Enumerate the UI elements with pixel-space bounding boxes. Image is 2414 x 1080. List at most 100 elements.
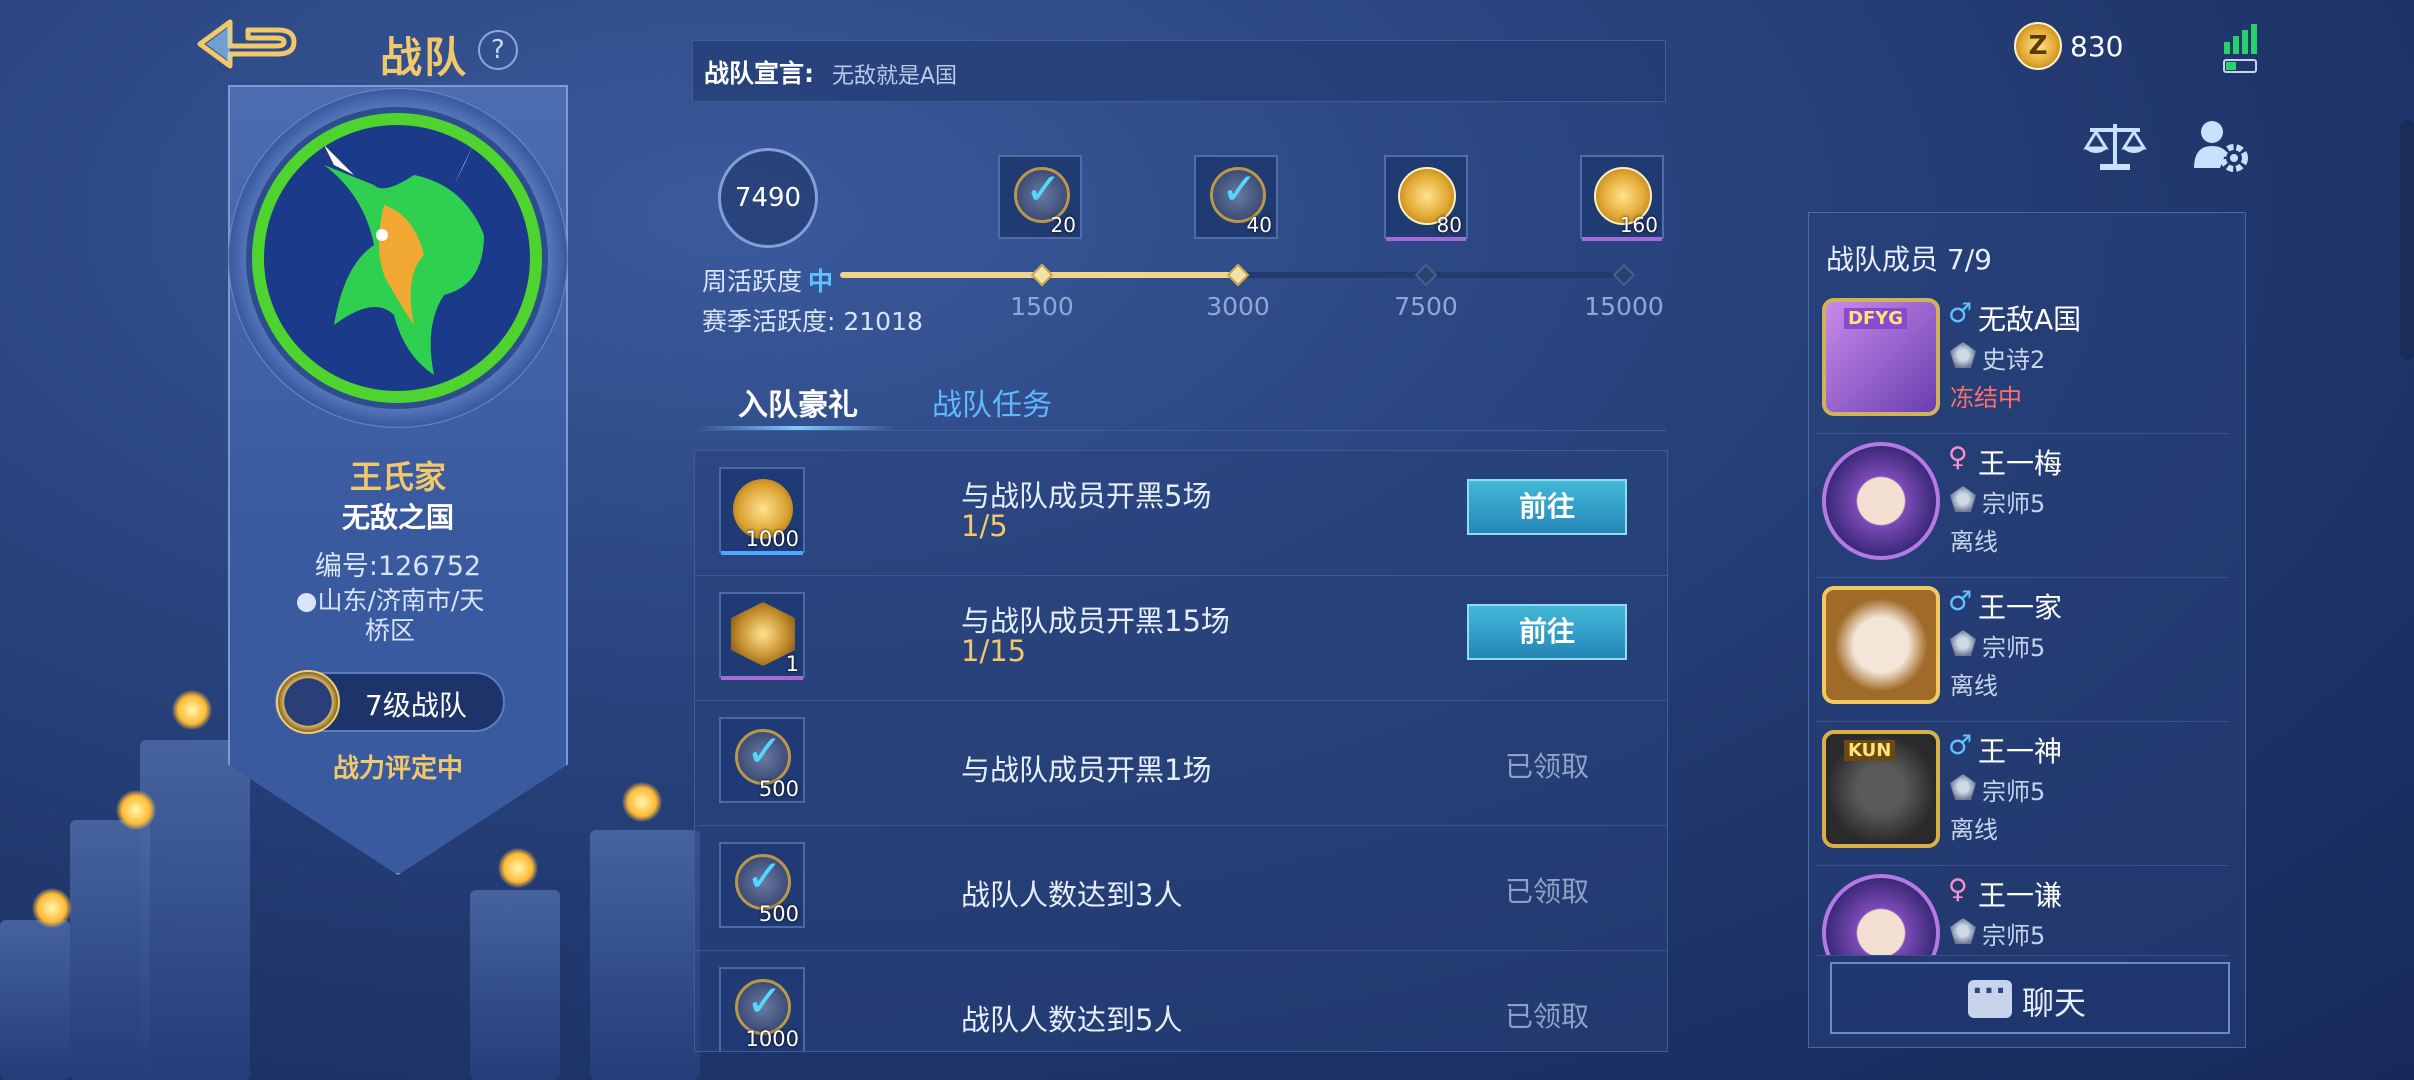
go-button[interactable]: 前往 [1467,604,1627,660]
reward-qty: 1 [785,652,799,676]
page-title: 战队 [380,33,469,82]
task-reward-icon[interactable]: 1000 [719,967,805,1051]
back-arrow-icon [197,19,297,69]
avatar-badge: KUN [1844,740,1896,761]
rank-icon [1950,630,1976,656]
task-reward-icon[interactable]: 1 [719,592,805,680]
male-icon: ♂ [1948,586,1973,617]
go-button[interactable]: 前往 [1467,479,1627,535]
back-button[interactable] [190,14,305,74]
tab-team-tasks[interactable]: 战队任务 [932,380,1052,424]
task-reward-icon[interactable]: 500 [719,842,805,928]
milestone-reward-3[interactable]: 80 [1384,155,1468,241]
member-status: 冻结中 [1950,384,2022,412]
reward-qty: 1000 [745,1027,799,1051]
member-name: 无敌A国 [1978,303,2082,336]
claimed-status: 已领取 [1504,875,1589,908]
task-name: 战队人数达到5人 [961,1003,1183,1037]
balance-scale-icon[interactable] [2082,118,2148,174]
team-location: ●山东/济南市/天 桥区 [280,586,500,646]
task-reward-icon[interactable]: 500 [719,717,805,803]
milestone-reward-1[interactable]: 20 [998,155,1082,239]
task-reward-icon[interactable]: 1000 [719,467,805,555]
milestone-node-1 [1030,263,1054,287]
male-icon: ♂ [1948,298,1973,329]
task-row: 1 与战队成员开黑15场 1/15 前往 [695,576,1667,701]
reward-rarity-bar [721,676,803,680]
milestone-reward-4[interactable]: 160 [1580,155,1664,241]
member-row[interactable]: KUN ♂ 王一神 宗师5 离线 [1816,722,2228,866]
question-icon[interactable]: ? [469,21,527,79]
weekly-activity-level: 中 [808,267,834,296]
power-rating: 战力评定中 [332,754,463,784]
reward-qty: 80 [1436,213,1462,237]
member-row[interactable]: ♀ 王一梅 宗师5 离线 [1816,434,2228,578]
task-name: 战队人数达到3人 [961,878,1183,912]
reward-qty: 40 [1246,213,1272,237]
team-id: 编号:126752 [314,551,482,582]
task-progress: 1/5 [961,509,1008,543]
avatar[interactable] [1822,874,1940,955]
avatar-badge: DFYG [1844,308,1908,329]
reward-qty: 160 [1619,213,1658,237]
member-status: 离线 [1950,816,1998,844]
rank-icon [1950,486,1976,512]
chat-bubble-icon [1968,974,2012,1018]
reward-qty: 20 [1050,213,1076,237]
rank-icon [1950,774,1976,800]
declaration-label: 战队宣言: [704,59,814,88]
task-list[interactable]: 1000 与战队成员开黑5场 1/5 前往 1 与战队成员开黑15场 1/15 … [694,450,1668,1052]
reward-rarity-bar [721,551,803,555]
claimed-status: 已领取 [1504,1000,1589,1033]
season-activity: 赛季活跃度: 21018 [702,307,923,336]
member-row[interactable]: ♀ 王一谦 宗师5 [1816,866,2228,956]
task-row: 1000 与战队成员开黑5场 1/5 前往 [695,451,1667,576]
task-row: 500 战队人数达到3人 已领取 [695,826,1667,951]
milestone-label-4: 15000 [1584,292,1664,321]
avatar[interactable]: KUN [1822,730,1940,848]
avatar[interactable] [1822,442,1940,560]
location-pin-icon: ● [295,586,318,615]
team-emblem[interactable] [252,113,542,403]
weekly-activity-label: 周活跃度 [702,267,803,296]
team-name: 王氏家 [349,458,446,496]
member-rank: 宗师5 [1982,490,2046,518]
dragon-logo-icon [324,143,484,375]
reward-qty: 500 [758,902,799,926]
milestone-reward-2[interactable]: 40 [1194,155,1278,239]
side-drawer-handle[interactable] [2400,120,2414,360]
milestone-label-2: 3000 [1206,292,1270,321]
reward-qty: 1000 [745,527,799,551]
avatar[interactable] [1822,586,1940,704]
rank-icon [1950,918,1976,944]
member-status: 离线 [1950,672,1998,700]
members-title: 战队成员 7/9 [1826,243,1992,276]
member-name: 王一谦 [1978,879,2063,912]
reward-rarity-bar [1386,237,1466,241]
member-status: 离线 [1950,528,1998,556]
milestone-label-1: 1500 [1010,292,1074,321]
member-name: 王一梅 [1978,447,2063,480]
member-rank: 史诗2 [1982,346,2046,374]
crown-icon [276,670,340,734]
member-name: 王一家 [1978,591,2063,624]
member-settings-icon[interactable] [2190,116,2250,176]
task-row: 500 与战队成员开黑1场 已领取 [695,701,1667,826]
chat-label: 聊天 [2022,984,2087,1022]
location-line2: 桥区 [364,616,415,645]
location-line1: 山东/济南市/天 [317,586,485,615]
declaration-text: 无敌就是A国 [832,64,958,89]
claimed-status: 已领取 [1504,750,1589,783]
member-rank: 宗师5 [1982,778,2046,806]
member-row[interactable]: ♂ 王一家 宗师5 离线 [1816,578,2228,722]
member-name: 王一神 [1978,735,2063,768]
coin-balance: 830 [2070,30,2124,63]
task-row: 1000 战队人数达到5人 已领取 [695,951,1667,1051]
z-coin-icon: Z [2014,22,2062,70]
avatar[interactable]: DFYG [1822,298,1940,416]
tab-join-gift[interactable]: 入队豪礼 [700,380,896,424]
member-rank: 宗师5 [1982,922,2046,950]
member-row[interactable]: DFYG ♂ 无敌A国 史诗2 冻结中 [1816,290,2228,434]
member-rank: 宗师5 [1982,634,2046,662]
milestone-node-4 [1612,263,1636,287]
